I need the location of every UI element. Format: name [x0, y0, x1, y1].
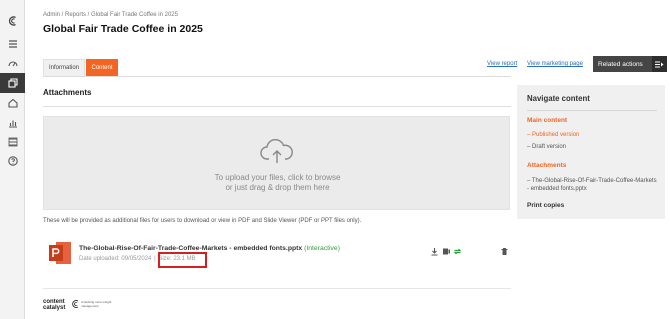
nav-draft-version[interactable]: – Draft version — [527, 144, 566, 150]
nav-attachments[interactable]: Attachments — [527, 162, 566, 169]
upload-instruction-line2: or just drag & drop them here — [225, 183, 330, 192]
delete-icon[interactable] — [500, 247, 509, 256]
analytics-icon[interactable] — [4, 114, 21, 131]
logo-line2: catalyst — [43, 305, 66, 311]
meta-separator: | — [154, 256, 156, 262]
logo-swirl-icon — [72, 300, 79, 308]
tab-content[interactable]: Content — [86, 59, 118, 76]
upload-dropzone[interactable]: To upload your files, click to browse or… — [43, 116, 510, 210]
breadcrumb[interactable]: Admin / Reports / Global Fair Trade Coff… — [43, 12, 178, 18]
nav-attachment-item[interactable]: – The-Global-Rise-Of-Fair-Trade-Coffee-M… — [527, 177, 659, 193]
file-name[interactable]: The-Global-Rise-Of-Fair-Trade-Coffee-Mar… — [79, 245, 302, 252]
app-logo-icon[interactable] — [4, 12, 21, 29]
powerpoint-file-icon — [49, 242, 71, 264]
home-icon[interactable] — [4, 94, 21, 111]
nav-published-version[interactable]: – Published version — [527, 132, 579, 138]
nav-print-copies[interactable]: Print copies — [527, 202, 564, 209]
file-name-row: The-Global-Rise-Of-Fair-Trade-Coffee-Mar… — [79, 245, 340, 252]
attachments-heading: Attachments — [43, 88, 92, 97]
page-title: Global Fair Trade Coffee in 2025 — [43, 23, 203, 35]
dashboard-icon[interactable] — [4, 55, 21, 72]
attachments-note: These will be provided as additional fil… — [43, 218, 362, 224]
footer-logo: content catalyst Unlocking more insight … — [43, 299, 111, 311]
view-marketing-page-link[interactable]: View marketing page — [527, 61, 583, 67]
navigate-content-panel: Navigate content Main content – Publishe… — [517, 85, 665, 219]
download-icon[interactable] — [430, 247, 439, 256]
tab-divider — [43, 76, 511, 77]
slide-viewer-icon[interactable] — [442, 247, 451, 256]
logo-tagline: Unlocking more insight management — [81, 300, 112, 308]
related-actions-label: Related actions — [598, 60, 643, 68]
nav-main-content[interactable]: Main content — [527, 117, 567, 124]
help-icon[interactable] — [4, 152, 21, 169]
list-icon[interactable] — [4, 133, 21, 150]
divider — [527, 110, 657, 111]
tab-information[interactable]: Information — [43, 59, 85, 76]
related-actions-menu-icon[interactable] — [652, 56, 667, 72]
related-actions-button[interactable]: Related actions — [593, 56, 667, 72]
date-uploaded: Date uploaded: 09/05/2024 — [79, 256, 152, 262]
replace-file-icon[interactable] — [453, 247, 462, 256]
divider — [43, 288, 511, 289]
upload-instruction-line1: To upload your files, click to browse — [214, 173, 341, 182]
divider — [43, 106, 511, 107]
size-highlight-box — [158, 252, 207, 268]
menu-icon[interactable] — [4, 35, 21, 52]
interactive-badge: (Interactive) — [304, 245, 340, 252]
view-report-link[interactable]: View report — [487, 61, 517, 67]
content-icon[interactable] — [0, 73, 25, 93]
left-sidebar — [0, 0, 25, 319]
cloud-upload-icon — [260, 139, 293, 163]
navigate-content-title: Navigate content — [527, 94, 590, 103]
